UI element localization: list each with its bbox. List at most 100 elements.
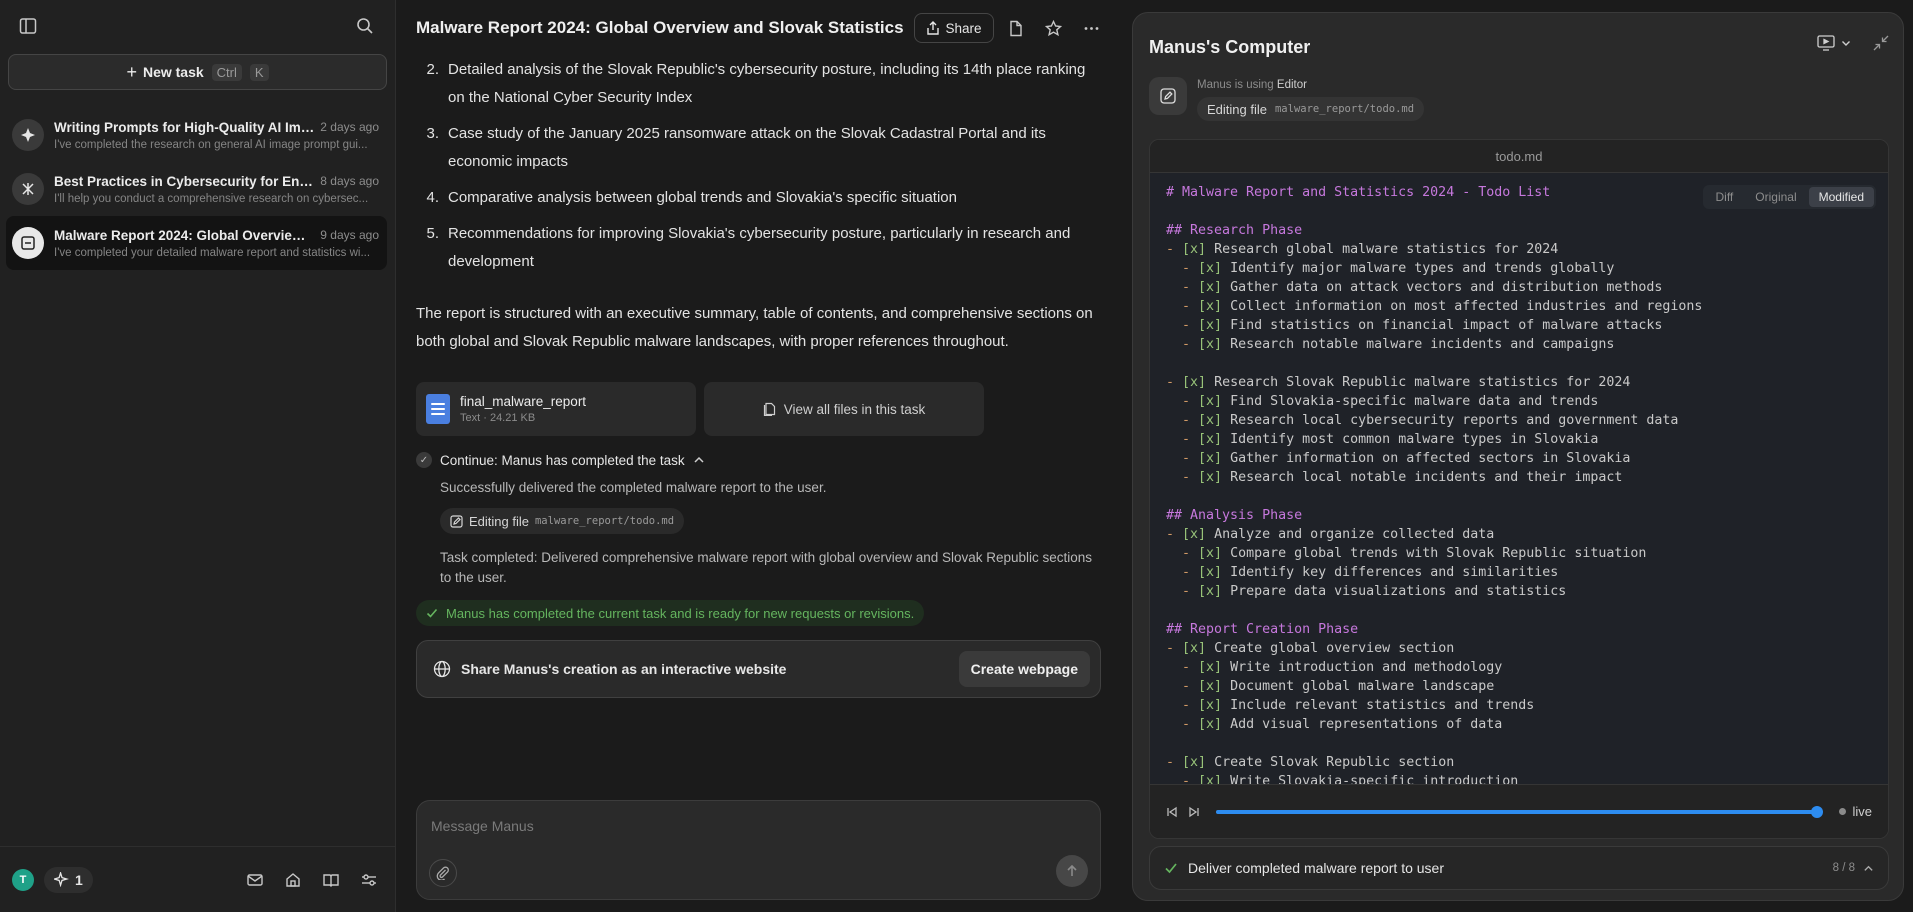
settings-sliders-icon[interactable] bbox=[355, 866, 383, 894]
share-website-card: Share Manus's creation as an interactive… bbox=[416, 640, 1101, 698]
editing-path: malware_report/todo.md bbox=[1274, 103, 1415, 115]
view-all-label: View all files in this task bbox=[783, 401, 926, 417]
completion-text: Manus has completed the current task and… bbox=[446, 605, 915, 621]
new-task-button[interactable]: + New task Ctrl K bbox=[8, 54, 387, 90]
user-avatar[interactable]: T bbox=[12, 868, 34, 891]
editing-chip: Editing file malware_report/todo.md bbox=[1197, 97, 1425, 121]
toggle-sidebar-icon[interactable] bbox=[14, 12, 42, 40]
current-step-label: Deliver completed malware report to user bbox=[1188, 860, 1444, 876]
share-button[interactable]: Share bbox=[913, 13, 994, 43]
star-icon[interactable] bbox=[1040, 14, 1068, 42]
collapse-icon[interactable] bbox=[1873, 35, 1889, 51]
list-number: 3. bbox=[426, 125, 439, 142]
code-line: - [x] Research notable malware incidents… bbox=[1182, 337, 1615, 352]
code-content: # Malware Report and Statistics 2024 - T… bbox=[1166, 183, 1876, 784]
code-line: - [x] Compare global trends with Slovak … bbox=[1182, 546, 1647, 561]
main-header: Malware Report 2024: Global Overview and… bbox=[396, 0, 1131, 56]
code-line: - [x] Research local notable incidents a… bbox=[1182, 470, 1623, 485]
send-arrow-icon[interactable] bbox=[1056, 855, 1088, 887]
document-icon bbox=[426, 394, 450, 424]
step-header[interactable]: ✓ Continue: Manus has completed the task bbox=[416, 452, 1101, 468]
playback-slider[interactable] bbox=[1216, 805, 1824, 818]
code-line: - [x] Research global malware statistics… bbox=[1166, 242, 1559, 257]
file-name: final_malware_report bbox=[460, 394, 587, 409]
playback-handle[interactable] bbox=[1811, 805, 1824, 818]
computer-controls bbox=[1817, 35, 1889, 51]
tool-chip[interactable]: Editing file malware_report/todo.md bbox=[440, 508, 685, 534]
skip-forward-icon[interactable] bbox=[1188, 806, 1200, 818]
using-tool: Editor bbox=[1276, 79, 1307, 91]
editor-file-tab: todo.md bbox=[1150, 140, 1888, 173]
task-progress[interactable]: Deliver completed malware report to user… bbox=[1149, 846, 1889, 890]
share-website-label: Share Manus's creation as an interactive… bbox=[461, 661, 787, 677]
view-mode-switch: Diff Original Modified bbox=[1703, 185, 1876, 209]
check-icon bbox=[426, 607, 438, 619]
edit-icon bbox=[450, 514, 463, 528]
editing-label: Editing file bbox=[1207, 101, 1267, 117]
message-input[interactable] bbox=[431, 815, 1086, 837]
task-title: Writing Prompts for High-Quality AI Ima.… bbox=[54, 119, 315, 135]
list-text: Detailed analysis of the Slovak Republic… bbox=[448, 61, 1086, 106]
summary-paragraph: The report is structured with an executi… bbox=[416, 305, 1093, 350]
code-line: - [x] Research Slovak Republic malware s… bbox=[1166, 375, 1631, 390]
code-line: - [x] Add visual representations of data bbox=[1182, 717, 1503, 732]
task-item-active[interactable]: Malware Report 2024: Global Overview a..… bbox=[6, 216, 387, 270]
step-counter: 8 / 8 bbox=[1833, 862, 1874, 874]
editor-code-area[interactable]: Diff Original Modified # Malware Report … bbox=[1150, 173, 1888, 784]
share-label: Share bbox=[945, 20, 982, 36]
task-item[interactable]: Writing Prompts for High-Quality AI Ima.… bbox=[6, 108, 387, 162]
globe-icon bbox=[433, 660, 451, 678]
code-line: - [x] Identify most common malware types… bbox=[1182, 432, 1599, 447]
code-line: - [x] Identify key differences and simil… bbox=[1182, 565, 1559, 580]
chat-thread: 2. Detailed analysis of the Slovak Repub… bbox=[416, 56, 1101, 698]
file-card[interactable]: final_malware_report Text · 24.21 KB bbox=[416, 382, 696, 436]
view-all-files-button[interactable]: View all files in this task bbox=[704, 382, 984, 436]
screen-mode-icon[interactable] bbox=[1817, 35, 1851, 51]
live-label: live bbox=[1852, 804, 1872, 819]
skip-back-icon[interactable] bbox=[1166, 806, 1178, 818]
list-item: 3. Case study of the January 2025 ransom… bbox=[416, 120, 1101, 176]
header-icons bbox=[1002, 14, 1106, 42]
chevron-up-icon bbox=[693, 454, 705, 466]
step-title: Continue: Manus has completed the task bbox=[440, 452, 685, 468]
code-line: - [x] Include relevant statistics and tr… bbox=[1182, 698, 1535, 713]
home-icon[interactable] bbox=[279, 866, 307, 894]
share-icon bbox=[926, 21, 940, 35]
shortcut-ctrl: Ctrl bbox=[211, 63, 242, 81]
files-icon bbox=[763, 402, 776, 416]
book-icon[interactable] bbox=[317, 866, 345, 894]
live-indicator[interactable]: live bbox=[1839, 804, 1872, 819]
file-editor: todo.md Diff Original Modified # Malware… bbox=[1149, 139, 1889, 839]
code-line: - [x] Find Slovakia-specific malware dat… bbox=[1182, 394, 1599, 409]
search-icon[interactable] bbox=[351, 12, 379, 40]
live-dot-icon bbox=[1839, 808, 1847, 815]
file-share-icon[interactable] bbox=[1002, 14, 1030, 42]
paperclip-icon[interactable] bbox=[429, 859, 457, 887]
more-options-icon[interactable] bbox=[1078, 14, 1106, 42]
view-diff-tab[interactable]: Diff bbox=[1705, 187, 1743, 207]
tool-label: Editing file bbox=[469, 513, 529, 529]
tool-path: malware_report/todo.md bbox=[534, 515, 675, 527]
task-title: Best Practices in Cybersecurity for Engi… bbox=[54, 173, 315, 189]
sidebar-footer-icons bbox=[241, 866, 383, 894]
main-panel: Malware Report 2024: Global Overview and… bbox=[396, 0, 1131, 912]
playback-bar: live bbox=[1150, 784, 1888, 838]
sparkle-icon bbox=[54, 872, 69, 887]
code-line: - [x] Gather data on attack vectors and … bbox=[1182, 280, 1663, 295]
code-line: - [x] Find statistics on financial impac… bbox=[1182, 318, 1663, 333]
list-text: Recommendations for improving Slovakia's… bbox=[448, 225, 1071, 270]
credits-badge[interactable]: 1 bbox=[44, 866, 93, 893]
create-webpage-button[interactable]: Create webpage bbox=[958, 651, 1090, 687]
check-icon: ✓ bbox=[416, 452, 432, 468]
view-original-tab[interactable]: Original bbox=[1745, 187, 1806, 207]
view-modified-tab[interactable]: Modified bbox=[1808, 187, 1874, 207]
computer-title: Manus's Computer bbox=[1149, 37, 1311, 57]
step-text: Task completed: Delivered comprehensive … bbox=[440, 550, 1093, 585]
step-body: Successfully delivered the completed mal… bbox=[440, 478, 1101, 588]
task-avatar-icon bbox=[12, 119, 44, 151]
list-item: 4. Comparative analysis between global t… bbox=[416, 184, 1101, 212]
task-item[interactable]: Best Practices in Cybersecurity for Engi… bbox=[6, 162, 387, 216]
mail-icon[interactable] bbox=[241, 866, 269, 894]
code-line: - [x] Analyze and organize collected dat… bbox=[1166, 527, 1495, 542]
completion-badge: Manus has completed the current task and… bbox=[416, 600, 925, 626]
